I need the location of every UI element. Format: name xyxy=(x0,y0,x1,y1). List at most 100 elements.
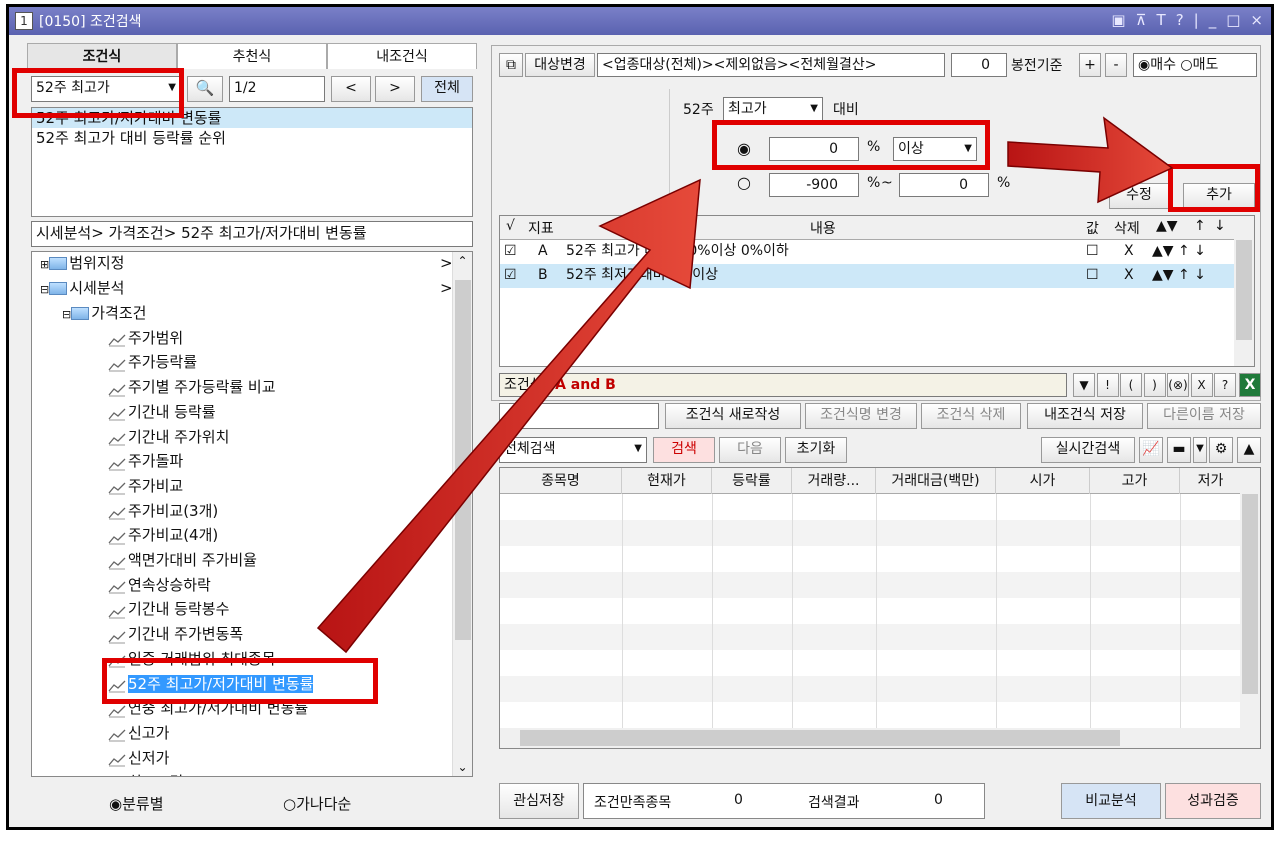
save-as-button[interactable]: 다른이름 저장 xyxy=(1147,403,1261,429)
menu-icon[interactable]: ▬ xyxy=(1167,437,1191,463)
tree-leaf[interactable]: 주가비교 xyxy=(108,475,183,497)
next-button[interactable]: > xyxy=(375,76,415,102)
result-hscroll[interactable] xyxy=(500,728,1260,748)
operator-button[interactable]: X xyxy=(1190,373,1213,397)
tree-leaf[interactable]: 기간내 주가변동폭 xyxy=(108,623,243,645)
bong-input[interactable]: 0 xyxy=(951,53,1007,77)
compare-button[interactable]: 비교분석 xyxy=(1061,783,1161,819)
formula-box[interactable]: 조건식 A and B xyxy=(499,373,1067,397)
table-row[interactable] xyxy=(500,546,1260,572)
column-header[interactable]: 등락률 xyxy=(712,468,792,494)
tree-leaf[interactable]: 주가범위 xyxy=(108,327,183,349)
operator-button[interactable]: ( xyxy=(1120,373,1142,397)
scroll-down-icon[interactable]: ⌄ xyxy=(453,760,472,774)
value2a-input[interactable]: -900 xyxy=(769,173,859,197)
operator-button[interactable]: (⊗) xyxy=(1167,373,1189,397)
checkbox[interactable]: ☐ xyxy=(1086,240,1099,262)
condition-name-input[interactable] xyxy=(499,403,659,429)
rename-button[interactable]: 조건식명 변경 xyxy=(805,403,917,429)
tree-leaf[interactable]: 주가등락률 xyxy=(108,351,197,373)
perf-button[interactable]: 성과검증 xyxy=(1165,783,1261,819)
tree-leaf[interactable]: 액면가대비 주가비율 xyxy=(108,549,257,571)
table-row[interactable] xyxy=(500,572,1260,598)
tree-leaf[interactable]: 기간내 등락봉수 xyxy=(108,598,229,620)
tab-condition[interactable]: 조건식 xyxy=(27,43,177,69)
tree-leaf[interactable]: 주기별 주가등락률 비교 xyxy=(108,376,276,398)
column-header[interactable]: 시가 xyxy=(996,468,1090,494)
search-button[interactable]: 검색 xyxy=(653,437,715,463)
column-header[interactable]: 거래대금(백만) xyxy=(876,468,996,494)
tab-my-condition[interactable]: 내조건식 xyxy=(327,43,477,69)
tree-leaf[interactable]: 주가비교(4개) xyxy=(108,524,218,546)
result-vscroll[interactable] xyxy=(1240,468,1260,748)
minus-button[interactable]: - xyxy=(1105,53,1127,77)
column-header[interactable]: 종목명 xyxy=(500,468,622,494)
reset-button[interactable]: 초기화 xyxy=(785,437,847,463)
tab-recommend[interactable]: 추천식 xyxy=(177,43,327,69)
table-row[interactable] xyxy=(500,676,1260,702)
close-icon[interactable]: × xyxy=(1250,11,1263,29)
table-row[interactable]: ☑ A 52주 최고가 대비 -10%이상 0%이하 ☐ X ▲▼ ↑ ↓ xyxy=(500,240,1236,264)
table-row[interactable] xyxy=(500,624,1260,650)
target-change-button[interactable]: 대상변경 xyxy=(525,53,595,77)
table-row[interactable] xyxy=(500,598,1260,624)
scroll-up-icon[interactable]: ⌃ xyxy=(453,254,472,268)
help-icon[interactable]: ? xyxy=(1176,11,1184,29)
tree-leaf[interactable]: 주가돌파 xyxy=(108,450,183,472)
radio-icon[interactable]: ○ xyxy=(737,173,751,192)
plus-button[interactable]: + xyxy=(1079,53,1101,77)
prev-button[interactable]: < xyxy=(331,76,371,102)
minimize-icon[interactable]: _ xyxy=(1209,11,1217,29)
value2b-input[interactable]: 0 xyxy=(899,173,989,197)
operator-button[interactable]: ! xyxy=(1096,373,1119,397)
buy-sell-radio[interactable]: ◉매수 ○매도 xyxy=(1133,53,1257,77)
table-row[interactable] xyxy=(500,494,1260,520)
table-row[interactable] xyxy=(500,650,1260,676)
search-icon[interactable]: 🔍 xyxy=(187,76,223,102)
tree-node-price-condition[interactable]: ⊟ 가격조건 xyxy=(62,302,146,326)
all-button[interactable]: 전체 xyxy=(421,76,473,102)
operator-button[interactable]: ) xyxy=(1143,373,1166,397)
save-button[interactable]: 내조건식 저장 xyxy=(1027,403,1143,429)
tree-leaf[interactable]: 주가비교(3개) xyxy=(108,500,218,522)
column-header[interactable]: 저가 xyxy=(1180,468,1242,494)
chart-icon[interactable]: 📈 xyxy=(1139,437,1163,463)
excel-icon[interactable]: X xyxy=(1239,373,1261,397)
radio-by-alpha[interactable]: ○가나다순 xyxy=(283,793,351,814)
pin-icon[interactable]: ⊼ xyxy=(1136,11,1147,29)
column-header[interactable]: 고가 xyxy=(1090,468,1180,494)
radio-by-category[interactable]: ◉분류별 xyxy=(109,793,164,814)
tree-leaf[interactable]: 신고가 xyxy=(108,722,169,744)
dropdown-icon[interactable]: ▼ xyxy=(1193,437,1207,463)
tree-leaf[interactable]: 기간내 주가위치 xyxy=(108,426,229,448)
grid-scrollbar[interactable] xyxy=(1234,216,1254,366)
delete-button[interactable]: 조건식 삭제 xyxy=(921,403,1021,429)
tree-scrollbar[interactable]: ⌃ ⌄ xyxy=(452,252,472,776)
collapse-icon[interactable]: ▲ xyxy=(1237,437,1261,463)
column-header[interactable]: 현재가 xyxy=(622,468,712,494)
tree-leaf[interactable]: 신저가 xyxy=(108,747,169,769)
table-row[interactable] xyxy=(500,702,1260,728)
checkbox[interactable]: ☑ xyxy=(504,264,517,286)
font-icon[interactable]: T xyxy=(1157,11,1166,29)
tree-leaf[interactable]: 최고조건 xyxy=(108,771,183,776)
checkbox[interactable]: ☐ xyxy=(1086,264,1099,286)
gear-icon[interactable]: ⚙ xyxy=(1209,437,1233,463)
realtime-search-button[interactable]: 실시간검색 xyxy=(1041,437,1135,463)
target-icon[interactable]: ⧉ xyxy=(499,53,523,77)
maximize-icon[interactable]: □ xyxy=(1226,11,1240,29)
table-row[interactable] xyxy=(500,520,1260,546)
tree-node-range[interactable]: ⊞ 범위지정 xyxy=(40,252,124,276)
table-row[interactable]: ☑ B 52주 최저가대비 0%이상 ☐ X ▲▼ ↑ ↓ xyxy=(500,264,1236,288)
operator-button[interactable]: ? xyxy=(1214,373,1236,397)
scroll-thumb[interactable] xyxy=(455,280,471,640)
next-search-button[interactable]: 다음 xyxy=(719,437,781,463)
edit-button[interactable]: 수정 xyxy=(1109,183,1169,209)
search-scope-combo[interactable]: 전체검색 ▼ xyxy=(499,437,647,463)
tree-node-price-analysis[interactable]: ⊟ 시세분석 xyxy=(40,277,124,301)
list-item[interactable]: 52주 최고가 대비 등락률 순위 xyxy=(32,128,472,148)
tree-leaf[interactable]: 연속상승하락 xyxy=(108,574,211,596)
column-header[interactable]: 거래량... xyxy=(792,468,876,494)
cond-combo[interactable]: 최고가 ▼ xyxy=(723,97,823,121)
operator-button[interactable]: ▼ xyxy=(1073,373,1095,397)
